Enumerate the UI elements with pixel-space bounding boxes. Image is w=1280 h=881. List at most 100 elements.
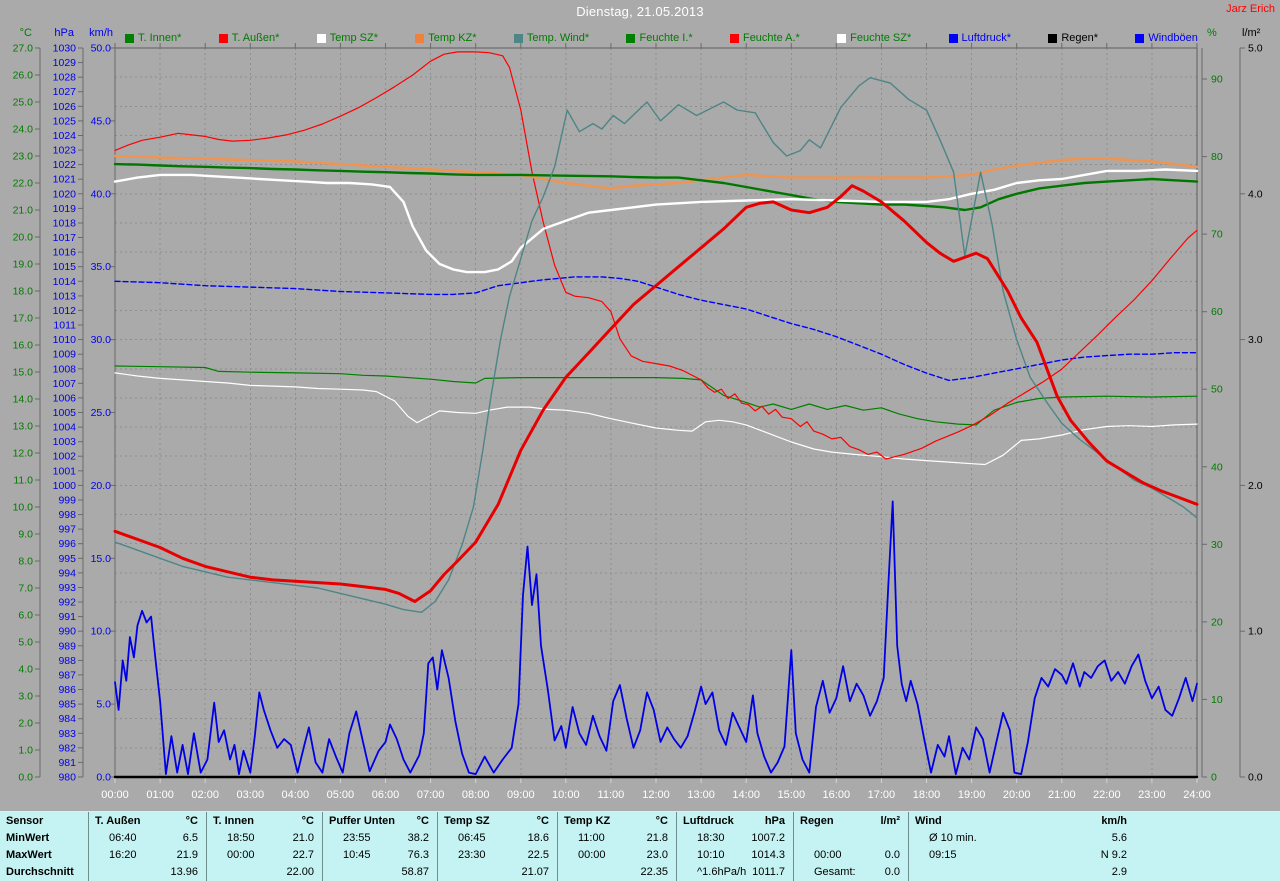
y-tick-label-pct: 30 [1211, 539, 1223, 551]
col-unit: km/h [1101, 815, 1127, 827]
y-tick-label-hpa: 1009 [53, 349, 77, 361]
col-unit: °C [655, 815, 668, 827]
y-tick-label-hpa: 1000 [53, 480, 77, 492]
col-unit: °C [416, 815, 429, 827]
y-tick-label-hpa: 1023 [53, 145, 77, 157]
series-temp-kz [113, 154, 1199, 190]
y-tick-label-lm: 3.0 [1248, 334, 1263, 346]
y-tick-label-lm: 2.0 [1248, 480, 1263, 492]
x-tick-label: 11:00 [598, 789, 625, 801]
min-time: 18:50 [227, 832, 255, 844]
x-tick-label: 19:00 [958, 789, 986, 801]
max-value: 0.0 [884, 849, 900, 861]
min-time: 18:30 [697, 832, 725, 844]
y-tick-label-c: 18.0 [13, 286, 34, 298]
col-header: T. Innen [213, 815, 254, 827]
col-header: Luftdruck [683, 815, 734, 827]
x-tick-label: 21:00 [1048, 789, 1076, 801]
y-tick-label-hpa: 1028 [53, 72, 77, 84]
col-unit: l/m² [880, 815, 900, 827]
y-tick-label-hpa: 998 [58, 509, 76, 521]
y-tick-label-c: 25.0 [13, 97, 34, 109]
y-tick-label-c: 13.0 [13, 421, 34, 433]
y-tick-label-hpa: 1003 [53, 436, 77, 448]
y-tick-label-hpa: 1024 [53, 130, 77, 142]
y-tick-label-hpa: 985 [58, 699, 76, 711]
min-time: 06:45 [458, 832, 486, 844]
y-tick-label-pct: 20 [1211, 616, 1223, 628]
x-tick-label: 13:00 [687, 789, 715, 801]
y-tick-label-hpa: 1001 [53, 465, 77, 477]
y-tick-label-hpa: 1016 [53, 247, 77, 259]
y-tick-label-kmh: 15.0 [91, 553, 112, 565]
max-time: 00:00 [227, 849, 255, 861]
y-tick-label-kmh: 0.0 [96, 772, 111, 784]
y-tick-label-c: 9.0 [18, 529, 33, 541]
table-empty-area [1135, 812, 1280, 881]
y-tick-label-pct: 70 [1211, 229, 1223, 241]
y-tick-label-c: 24.0 [13, 124, 34, 136]
x-tick-label: 05:00 [327, 789, 355, 801]
y-tick-label-c: 7.0 [18, 583, 33, 595]
y-tick-label-pct: 60 [1211, 306, 1223, 318]
y-tick-label-hpa: 997 [58, 524, 76, 536]
y-tick-label-c: 15.0 [13, 367, 34, 379]
y-tick-label-kmh: 45.0 [91, 115, 112, 127]
max-time: 23:30 [458, 849, 486, 861]
y-tick-label-kmh: 35.0 [91, 261, 112, 273]
avg-label: Gesamt: [814, 866, 856, 878]
col-header: T. Außen [95, 815, 141, 827]
x-tick-label: 17:00 [868, 789, 896, 801]
min-time: 23:55 [343, 832, 371, 844]
y-tick-label-hpa: 1026 [53, 101, 77, 113]
y-tick-label-hpa: 989 [58, 640, 76, 652]
col-header: Puffer Unten [329, 815, 395, 827]
y-tick-label-hpa: 993 [58, 582, 76, 594]
x-tick-label: 23:00 [1138, 789, 1166, 801]
col-header: Regen [800, 815, 834, 827]
min-value: 1007.2 [751, 832, 785, 844]
table-col-puffer-unten: Puffer Unten °C 23:55 38.2 10:45 76.3 58.87 [322, 812, 437, 881]
min-value: 18.6 [527, 832, 549, 844]
y-tick-label-pct: 0 [1211, 772, 1217, 784]
y-tick-label-c: 3.0 [18, 691, 33, 703]
row-label: MinWert [6, 832, 50, 844]
y-tick-label-c: 0.0 [18, 772, 33, 784]
x-tick-label: 06:00 [372, 789, 400, 801]
sensor-stats-table: Sensor MinWert MaxWert Durchschnitt T. Außen… [0, 811, 1280, 881]
y-tick-label-pct: 50 [1211, 384, 1223, 396]
table-col-t-innen: T. Innen °C 18:50 21.0 00:00 22.7 22.00 [206, 812, 322, 881]
y-tick-label-hpa: 1020 [53, 188, 77, 200]
y-tick-label-c: 22.0 [13, 178, 34, 190]
x-tick-label: 03:00 [237, 789, 265, 801]
y-tick-label-hpa: 986 [58, 684, 76, 696]
y-tick-label-hpa: 990 [58, 626, 76, 638]
y-tick-label-hpa: 1021 [53, 174, 77, 186]
min-value: 38.2 [407, 832, 429, 844]
max-value: N 9.2 [1100, 849, 1127, 861]
avg-value: 22.00 [286, 866, 314, 878]
weather-app-window: Dienstag, 21.05.2013 Jarz Erich °C hPa k… [0, 0, 1280, 881]
x-tick-label: 24:00 [1183, 789, 1211, 801]
y-tick-label-hpa: 1013 [53, 290, 77, 302]
avg-value: 13.96 [170, 866, 198, 878]
y-tick-label-pct: 40 [1211, 461, 1223, 473]
y-tick-label-c: 12.0 [13, 448, 34, 460]
x-tick-label: 07:00 [417, 789, 445, 801]
table-col-wind: Wind km/h Ø 10 min. 5.6 09:15 N 9.2 2.9 [908, 812, 1135, 881]
avg-value: 21.07 [521, 866, 549, 878]
min-value: 6.5 [182, 832, 198, 844]
y-tick-label-hpa: 1008 [53, 363, 77, 375]
min-value: 21.8 [646, 832, 668, 844]
y-tick-label-c: 27.0 [13, 43, 34, 55]
avg-value: 0.0 [884, 866, 900, 878]
y-tick-label-c: 19.0 [13, 259, 34, 271]
y-tick-label-kmh: 20.0 [91, 480, 112, 492]
max-value: 1014.3 [751, 849, 785, 861]
x-tick-label: 00:00 [101, 789, 129, 801]
y-tick-label-kmh: 25.0 [91, 407, 112, 419]
y-tick-label-hpa: 1015 [53, 261, 77, 273]
max-value: 23.0 [646, 849, 668, 861]
x-tick-label: 02:00 [191, 789, 219, 801]
y-tick-label-hpa: 1027 [53, 86, 77, 98]
